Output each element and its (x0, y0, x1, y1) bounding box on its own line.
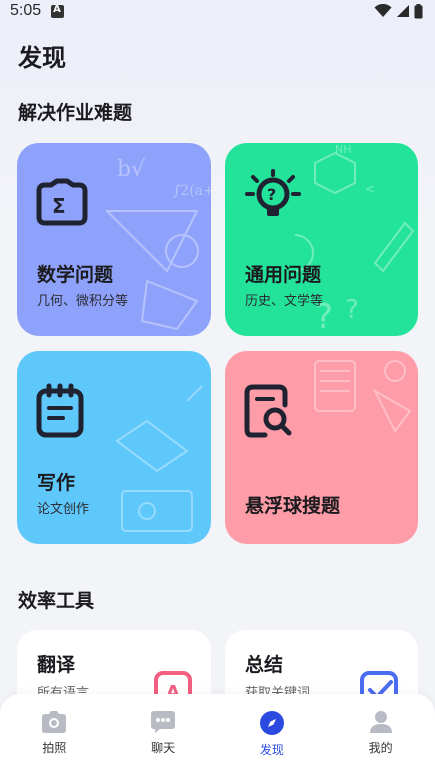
tab-discover-label: 发现 (259, 743, 284, 757)
math-card-title: 数学问题 (37, 264, 114, 286)
svg-text:Σ: Σ (52, 194, 66, 218)
section-title-homework: 解决作业难题 (18, 102, 133, 124)
status-right (374, 3, 423, 19)
chat-icon (151, 711, 176, 733)
svg-text:<: < (365, 182, 375, 196)
signal-icon (397, 5, 409, 17)
compass-icon (259, 711, 284, 735)
tab-profile-label: 我的 (368, 741, 393, 755)
notepad-icon (36, 383, 84, 438)
svg-text:b√: b√ (117, 157, 146, 182)
svg-text:NH: NH (335, 143, 352, 156)
tab-profile[interactable]: 我的 (341, 710, 421, 774)
sigma-camera-icon: Σ (36, 178, 88, 226)
writing-card-subtitle: 论文创作 (37, 502, 90, 517)
writing-doodle-decoration (115, 385, 203, 532)
floating-ball-search-card-title: 悬浮球搜题 (245, 495, 341, 517)
general-card-title: 通用问题 (245, 264, 322, 286)
section-title-tools: 效率工具 (18, 590, 95, 612)
person-icon (369, 711, 392, 733)
page-title: 发现 (18, 44, 66, 72)
math-card-subtitle: 几何、微积分等 (37, 294, 129, 309)
status-bar: 5:05 (0, 0, 435, 22)
translate-tool-title: 翻译 (37, 654, 76, 676)
tab-chat-label: 聊天 (151, 741, 176, 755)
floating-ball-search-card[interactable]: 悬浮球搜题 (225, 351, 418, 544)
general-card[interactable]: NH < ? ? ? 通用问题 历史、文学等 (225, 143, 418, 336)
math-card[interactable]: b√ ∫2(a+ Σ 数学问题 几何、微积分等 (17, 143, 211, 336)
svg-text:?: ? (345, 295, 359, 325)
svg-text:∫2(a+: ∫2(a+ (173, 183, 211, 199)
svg-text:?: ? (267, 185, 276, 204)
notification-icon (51, 4, 65, 18)
tab-chat[interactable]: 聊天 (123, 710, 203, 774)
status-left: 5:05 (10, 2, 65, 20)
battery-icon (414, 3, 423, 18)
wifi-icon (374, 4, 392, 17)
search-document-icon (244, 384, 292, 438)
bottom-tab-bar: 拍照 聊天 发现 我的 (0, 694, 435, 774)
writing-card[interactable]: 写作 论文创作 (17, 351, 211, 544)
general-card-subtitle: 历史、文学等 (245, 294, 324, 309)
tab-discover[interactable]: 发现 (232, 710, 312, 774)
tab-camera[interactable]: 拍照 (14, 710, 94, 774)
tab-camera-label: 拍照 (42, 741, 67, 755)
status-time: 5:05 (10, 2, 42, 19)
summary-tool-title: 总结 (245, 654, 284, 676)
camera-icon (42, 711, 67, 733)
writing-card-title: 写作 (37, 472, 76, 494)
lightbulb-question-icon: ? (245, 169, 301, 216)
